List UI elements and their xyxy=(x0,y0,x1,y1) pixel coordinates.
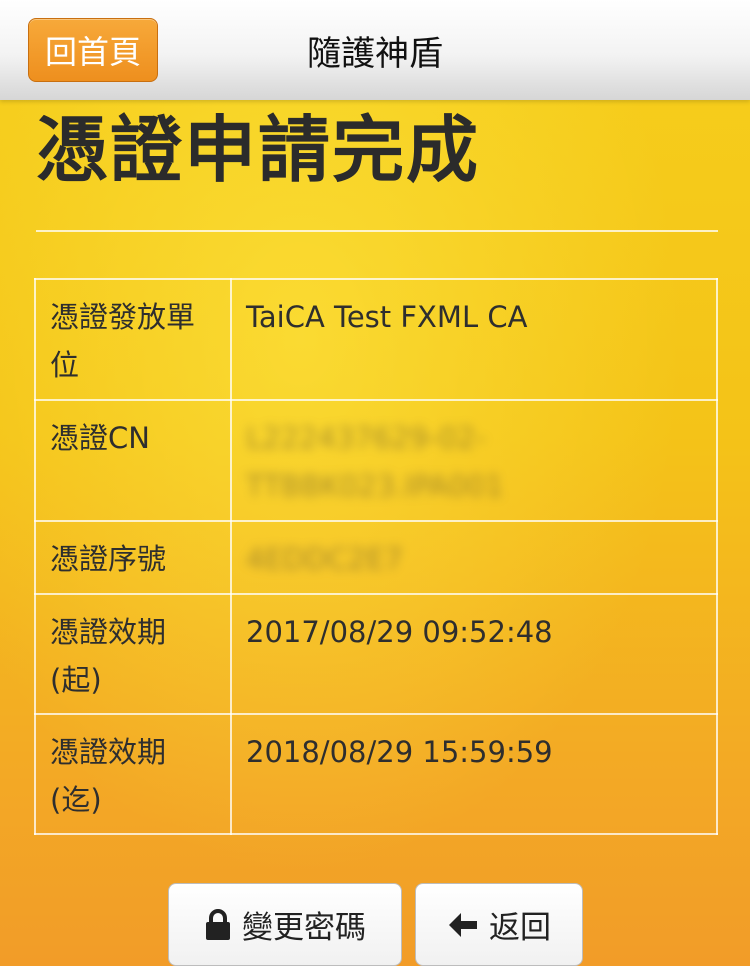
row-value-redacted: 4EDDC2E7 xyxy=(230,520,718,595)
row-label: 憑證序號 xyxy=(34,520,232,595)
redacted-cn-value: L222437629-02-TTBBK023.IPA001 xyxy=(246,421,504,503)
row-label: 憑證效期(起) xyxy=(34,593,232,715)
row-value: TaiCA Test FXML CA xyxy=(230,278,718,401)
row-label: 憑證發放單位 xyxy=(34,278,232,401)
change-password-label: 變更密碼 xyxy=(242,910,366,946)
table-row: 憑證CN L222437629-02-TTBBK023.IPA001 xyxy=(34,399,718,522)
table-row: 憑證序號 4EDDC2E7 xyxy=(34,520,718,595)
page-title: 憑證申請完成 xyxy=(36,108,481,192)
change-password-button[interactable]: 變更密碼 xyxy=(168,883,402,966)
home-button[interactable]: 回首頁 xyxy=(28,18,158,82)
table-row: 憑證效期(迄) 2018/08/29 15:59:59 xyxy=(34,713,718,835)
row-value: 2017/08/29 09:52:48 xyxy=(230,593,718,715)
top-bar: 隨護神盾 回首頁 xyxy=(0,0,750,100)
row-value-redacted: L222437629-02-TTBBK023.IPA001 xyxy=(230,399,718,522)
title-divider xyxy=(36,230,718,232)
arrow-left-icon xyxy=(447,912,479,938)
redacted-serial-value: 4EDDC2E7 xyxy=(246,542,403,576)
row-value: 2018/08/29 15:59:59 xyxy=(230,713,718,835)
certificate-details-table: 憑證發放單位 TaiCA Test FXML CA 憑證CN L22243762… xyxy=(34,278,718,835)
lock-icon xyxy=(204,908,232,941)
back-button[interactable]: 返回 xyxy=(415,883,583,966)
back-label: 返回 xyxy=(489,910,551,946)
row-label: 憑證CN xyxy=(34,399,232,522)
table-row: 憑證效期(起) 2017/08/29 09:52:48 xyxy=(34,593,718,715)
row-label: 憑證效期(迄) xyxy=(34,713,232,835)
table-row: 憑證發放單位 TaiCA Test FXML CA xyxy=(34,278,718,401)
